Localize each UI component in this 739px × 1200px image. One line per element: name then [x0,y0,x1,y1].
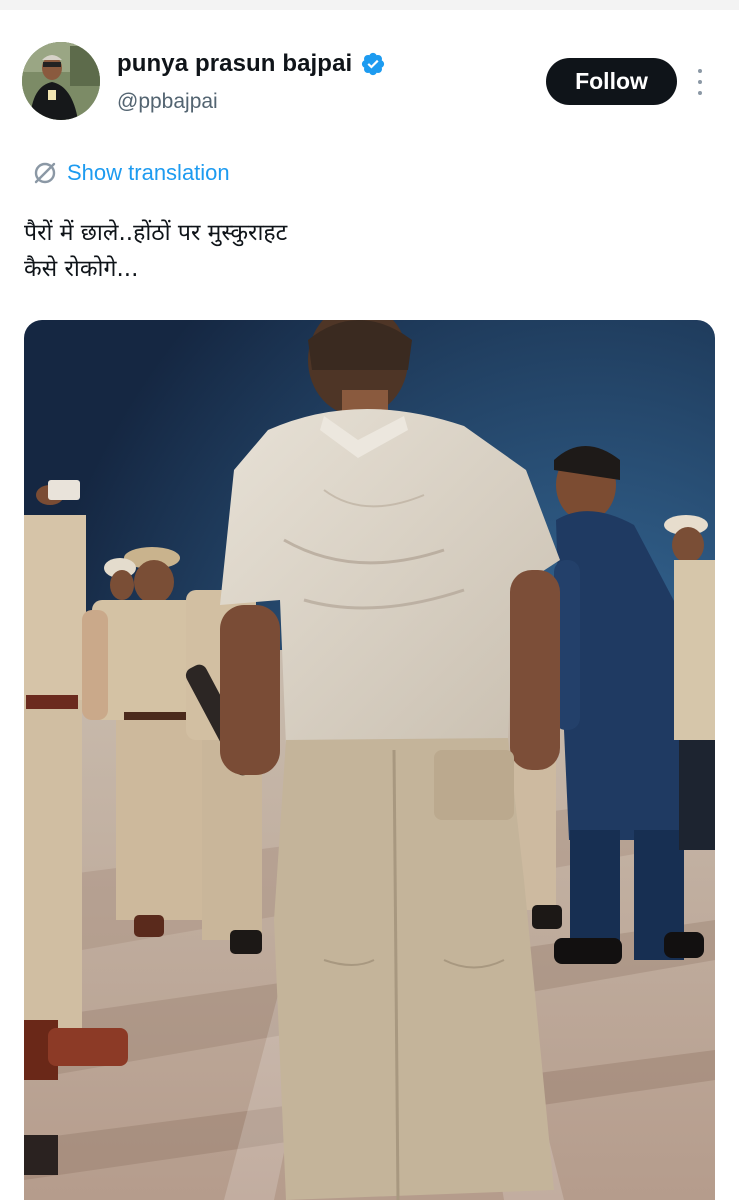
author-handle[interactable]: @ppbajpai [117,90,218,114]
author-display-name[interactable]: punya prasun bajpai [117,50,352,78]
tweet-text-line: कैसे रोकोगे... [24,256,139,282]
author-avatar[interactable] [22,42,100,120]
follow-button[interactable]: Follow [546,58,677,105]
show-translation-label: Show translation [67,160,230,185]
show-translation-link[interactable]: Show translation [32,160,230,186]
tweet-text: पैरों में छाले..होंठों पर मुस्कुराहट कैस… [24,215,684,287]
author-name-row: punya prasun bajpai [117,50,386,78]
translate-icon [34,162,56,184]
top-divider [0,0,739,10]
tweet-text-line: पैरों में छाले..होंठों पर मुस्कुराहट [24,220,288,246]
verified-badge-icon [362,52,385,76]
tweet-photo[interactable] [24,320,715,1200]
more-vertical-icon[interactable] [690,66,710,98]
